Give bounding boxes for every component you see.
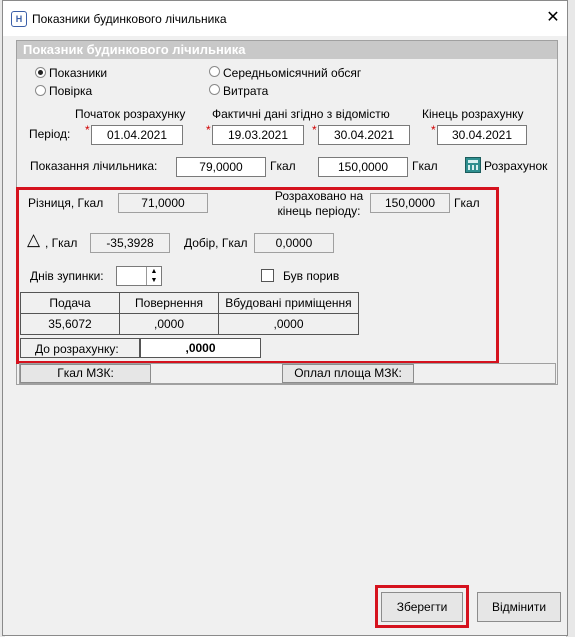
save-button[interactable]: Зберегти [381,592,463,622]
table-cell[interactable]: ,0000 [218,313,359,335]
period-end-field[interactable]: 30.04.2021 [437,125,527,145]
spinner-up-icon[interactable]: ▲ [146,267,161,276]
radio-serednomisyachnyi[interactable] [209,66,220,77]
delta-label: , Гкал [45,236,78,250]
period-start-field[interactable]: 01.04.2021 [91,125,183,145]
supply-table: Подача Повернення Вбудовані приміщення 3… [20,292,359,335]
table-header: Подача [20,292,120,314]
dobir-label: Добір, Гкал [184,236,248,250]
mzk-area-label: Оплал площа МЗК: [282,364,414,383]
reading-value-1[interactable]: 79,0000 [176,157,266,177]
calc-button-label[interactable]: Розрахунок [484,159,547,173]
radio-pokaznyky[interactable] [35,67,46,78]
to-calc-label: До розрахунку: [35,342,119,356]
reading-value-2[interactable]: 150,0000 [318,157,408,177]
reading-unit-1: Гкал [270,159,296,173]
period-actual-header: Фактичні дані згідно з відомістю [212,107,390,121]
calc-end-unit: Гкал [454,196,480,210]
radio-poverka[interactable] [35,85,46,96]
table-header: Повернення [119,292,219,314]
breach-label: Був порив [283,269,340,283]
to-calc-label-box: До розрахунку: [20,338,140,358]
window-title: Показники будинкового лічильника [32,12,227,26]
radio-vytrata-label: Витрата [223,84,269,98]
period-actual-to-field[interactable]: 30.04.2021 [318,125,410,145]
required-mark: * [312,123,317,137]
calc-end-label-line1: Розраховано на [274,189,364,203]
title-bar: Н Показники будинкового лічильника ✕ [3,1,567,36]
calculator-icon[interactable] [465,157,481,173]
table-row: 35,6072 ,0000 ,0000 [20,313,359,335]
radio-pokaznyky-label: Показники [49,66,108,80]
calc-end-label: Розраховано на кінець періоду: [270,189,368,219]
table-cell[interactable]: 35,6072 [20,313,120,335]
group-header: Показник будинкового лічильника [17,41,557,59]
stop-days-label: Днів зупинки: [30,269,104,283]
table-header: Вбудовані приміщення [218,292,359,314]
spinner-down-icon[interactable]: ▼ [146,276,161,285]
radio-vytrata[interactable] [209,84,220,95]
stop-days-spinner[interactable]: ▲ ▼ [116,266,162,286]
to-calc-value: ,0000 [140,338,261,358]
period-actual-from-field[interactable]: 19.03.2021 [212,125,304,145]
required-mark: * [85,123,90,137]
required-mark: * [431,123,436,137]
mzk-gkal-label: Гкал МЗК: [20,364,151,383]
calc-end-value: 150,0000 [370,193,450,213]
dobir-value: 0,0000 [254,233,334,253]
cancel-button[interactable]: Відмінити [477,592,561,622]
close-icon[interactable]: ✕ [543,7,563,29]
table-header-row: Подача Повернення Вбудовані приміщення [20,292,359,314]
meter-readings-dialog: Н Показники будинкового лічильника ✕ Пок… [2,0,568,636]
radio-poverka-label: Повірка [49,84,93,98]
period-start-header: Початок розрахунку [75,107,186,121]
diff-value: 71,0000 [118,193,208,213]
delta-value: -35,3928 [90,233,170,253]
readings-label: Показання лічильника: [30,159,158,173]
required-mark: * [206,123,211,137]
app-icon: Н [11,11,27,27]
calc-end-label-line2: кінець періоду: [277,204,361,218]
table-cell[interactable]: ,0000 [119,313,219,335]
period-end-header: Кінець розрахунку [422,107,524,121]
radio-serednomisyachnyi-label: Середньомісячний обсяг [223,66,362,80]
period-label: Період: [29,127,71,141]
delta-icon: △ [27,230,41,249]
reading-unit-2: Гкал [412,159,438,173]
breach-checkbox[interactable] [261,269,274,282]
diff-label: Різниця, Гкал [28,196,104,210]
